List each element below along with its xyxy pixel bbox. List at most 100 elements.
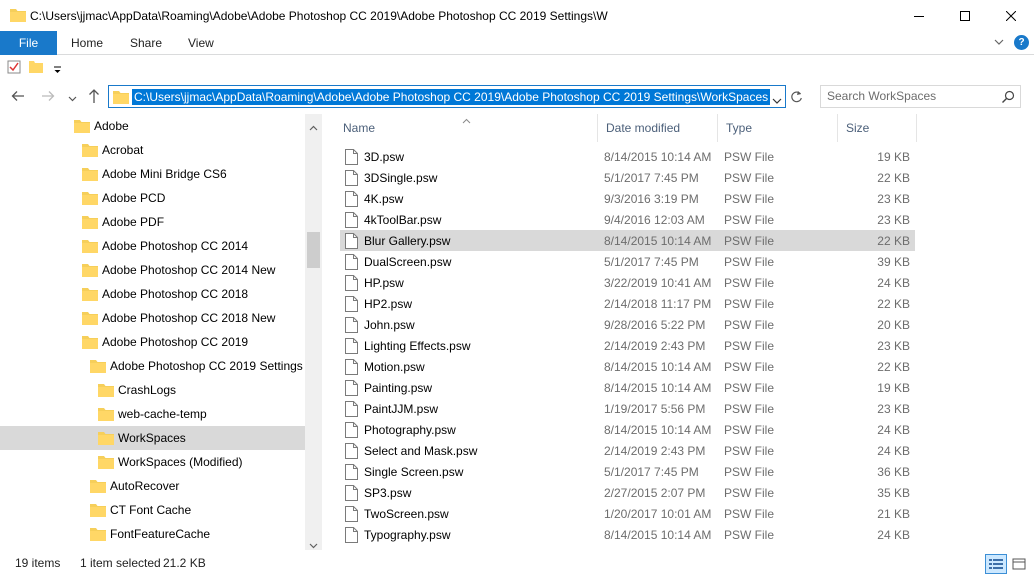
maximize-button[interactable] bbox=[942, 0, 988, 31]
file-row[interactable]: Motion.psw 8/14/2015 10:14 AM PSW File 22 K… bbox=[340, 356, 915, 377]
folder-icon bbox=[74, 119, 90, 136]
file-name: DualScreen.psw bbox=[364, 255, 452, 269]
tree-item[interactable]: CrashLogs bbox=[0, 378, 305, 402]
search-icon[interactable] bbox=[1001, 90, 1015, 107]
tree-item[interactable]: WorkSpaces (Modified) bbox=[0, 450, 305, 474]
tab-share[interactable]: Share bbox=[130, 36, 162, 50]
file-row[interactable]: SP3.psw 2/27/2015 2:07 PM PSW File 35 KB bbox=[340, 482, 915, 503]
file-icon bbox=[345, 422, 358, 441]
file-row[interactable]: PaintJJM.psw 1/19/2017 5:56 PM PSW File 23 … bbox=[340, 398, 915, 419]
large-icons-view-button[interactable] bbox=[1009, 555, 1029, 573]
scroll-down-icon[interactable] bbox=[309, 538, 318, 552]
tree-item[interactable]: Adobe Photoshop CC 2014 bbox=[0, 234, 305, 258]
column-header-date-modified[interactable]: Date modified bbox=[598, 114, 718, 142]
file-name: Painting.psw bbox=[364, 381, 433, 395]
tree-item[interactable]: CT Font Cache bbox=[0, 498, 305, 522]
address-bar[interactable]: C:\Users\jjmac\AppData\Roaming\Adobe\Ado… bbox=[108, 85, 786, 108]
back-button[interactable] bbox=[11, 89, 25, 106]
file-row[interactable]: DualScreen.psw 5/1/2017 7:45 PM PSW File 39… bbox=[340, 251, 915, 272]
tree-item[interactable]: Adobe Photoshop CC 2019 Settings bbox=[0, 354, 305, 378]
search-box[interactable] bbox=[820, 85, 1021, 108]
file-row[interactable]: Photography.psw 8/14/2015 10:14 AM PSW Fil… bbox=[340, 419, 915, 440]
file-size: 39 KB bbox=[877, 255, 910, 269]
file-row[interactable]: 4K.psw 9/3/2016 3:19 PM PSW File 23 KB bbox=[340, 188, 915, 209]
minimize-button[interactable] bbox=[896, 0, 942, 31]
file-name: Select and Mask.psw bbox=[364, 444, 478, 458]
file-row[interactable]: HP.psw 3/22/2019 10:41 AM PSW File 24 KB bbox=[340, 272, 915, 293]
details-view-button[interactable] bbox=[985, 554, 1007, 574]
file-size: 23 KB bbox=[877, 339, 910, 353]
file-icon bbox=[345, 254, 358, 273]
scrollbar-thumb[interactable] bbox=[307, 232, 320, 268]
address-dropdown-button[interactable] bbox=[772, 94, 782, 108]
expand-ribbon-button[interactable] bbox=[994, 36, 1004, 50]
tree-item[interactable]: Adobe Photoshop CC 2014 New bbox=[0, 258, 305, 282]
title-bar: C:\Users\jjmac\AppData\Roaming\Adobe\Ado… bbox=[0, 0, 1034, 31]
file-row[interactable]: Single Screen.psw 5/1/2017 7:45 PM PSW Fil… bbox=[340, 461, 915, 482]
file-size: 23 KB bbox=[877, 192, 910, 206]
file-type: PSW File bbox=[724, 276, 775, 290]
tree-item[interactable]: Adobe bbox=[0, 114, 305, 138]
tree-item-label: web-cache-temp bbox=[118, 407, 207, 421]
forward-button[interactable] bbox=[41, 89, 55, 106]
tree-item[interactable]: Adobe Photoshop CC 2018 New bbox=[0, 306, 305, 330]
file-row[interactable]: Blur Gallery.psw 8/14/2015 10:14 AM PSW Fi… bbox=[340, 230, 915, 251]
file-row[interactable]: Typography.psw 8/14/2015 10:14 AM PSW File… bbox=[340, 524, 915, 545]
file-icon bbox=[345, 443, 358, 462]
up-button[interactable] bbox=[87, 88, 101, 107]
file-row[interactable]: 4kToolBar.psw 9/4/2016 12:03 AM PSW File 23… bbox=[340, 209, 915, 230]
tree-item[interactable]: web-cache-temp bbox=[0, 402, 305, 426]
tree-item[interactable]: Adobe Mini Bridge CS6 bbox=[0, 162, 305, 186]
file-row[interactable]: 3D.psw 8/14/2015 10:14 AM PSW File 19 KB bbox=[340, 146, 915, 167]
file-row[interactable]: 3DSingle.psw 5/1/2017 7:45 PM PSW File 22 K… bbox=[340, 167, 915, 188]
file-row[interactable]: TwoScreen.psw 1/20/2017 10:01 AM PSW File 2… bbox=[340, 503, 915, 524]
file-name: PaintJJM.psw bbox=[364, 402, 439, 416]
tree-item[interactable]: Adobe Photoshop CC 2019 bbox=[0, 330, 305, 354]
properties-icon[interactable] bbox=[7, 60, 21, 77]
close-icon bbox=[1006, 10, 1016, 21]
column-header-name[interactable]: Name bbox=[335, 114, 598, 142]
file-type: PSW File bbox=[724, 213, 775, 227]
folder-icon bbox=[98, 455, 114, 472]
file-row[interactable]: Painting.psw 8/14/2015 10:14 AM PSW File 19… bbox=[340, 377, 915, 398]
tree-item-label: Adobe Photoshop CC 2019 bbox=[102, 335, 249, 349]
tree-item[interactable]: Adobe PCD bbox=[0, 186, 305, 210]
navigation-bar: C:\Users\jjmac\AppData\Roaming\Adobe\Ado… bbox=[0, 84, 1034, 110]
arrow-left-icon bbox=[11, 91, 24, 101]
tree-item-label: Adobe PDF bbox=[102, 215, 165, 229]
tree-item[interactable]: Adobe Photoshop CC 2018 bbox=[0, 282, 305, 306]
tree-item[interactable]: AutoRecover bbox=[0, 474, 305, 498]
file-type: PSW File bbox=[724, 192, 775, 206]
search-input[interactable] bbox=[827, 89, 997, 103]
tab-view[interactable]: View bbox=[188, 36, 214, 50]
file-row[interactable]: Lighting Effects.psw 2/14/2019 2:43 PM PSW… bbox=[340, 335, 915, 356]
tree-item[interactable]: Acrobat bbox=[0, 138, 305, 162]
file-type: PSW File bbox=[724, 423, 775, 437]
tab-home[interactable]: Home bbox=[71, 36, 103, 50]
help-icon[interactable]: ? bbox=[1014, 35, 1029, 50]
scroll-up-icon[interactable] bbox=[309, 120, 318, 134]
file-size: 24 KB bbox=[877, 528, 910, 542]
file-icon bbox=[345, 485, 358, 504]
close-button[interactable] bbox=[988, 0, 1034, 31]
tree-scrollbar[interactable] bbox=[305, 114, 322, 550]
address-path[interactable]: C:\Users\jjmac\AppData\Roaming\Adobe\Ado… bbox=[132, 89, 771, 105]
customize-toolbar-icon[interactable] bbox=[53, 63, 62, 77]
file-row[interactable]: HP2.psw 2/14/2018 11:17 PM PSW File 22 KB bbox=[340, 293, 915, 314]
column-headers: Name Date modified Type Size bbox=[335, 114, 925, 142]
new-folder-icon[interactable] bbox=[29, 60, 43, 76]
recent-locations-button[interactable] bbox=[68, 92, 77, 106]
file-date-modified: 2/14/2019 2:43 PM bbox=[604, 444, 706, 458]
tree-item[interactable]: FontFeatureCache bbox=[0, 522, 305, 546]
file-row[interactable]: Select and Mask.psw 2/14/2019 2:43 PM PSW … bbox=[340, 440, 915, 461]
tree-item[interactable]: Adobe PDF bbox=[0, 210, 305, 234]
refresh-button[interactable] bbox=[790, 90, 803, 106]
column-header-size[interactable]: Size bbox=[838, 114, 917, 142]
file-icon bbox=[345, 401, 358, 420]
column-header-type[interactable]: Type bbox=[718, 114, 838, 142]
tree-item[interactable]: WorkSpaces bbox=[0, 426, 305, 450]
file-icon bbox=[345, 149, 358, 168]
item-count: 19 items bbox=[15, 556, 61, 570]
file-row[interactable]: John.psw 9/28/2016 5:22 PM PSW File 20 KB bbox=[340, 314, 915, 335]
tab-file[interactable]: File bbox=[0, 31, 57, 55]
